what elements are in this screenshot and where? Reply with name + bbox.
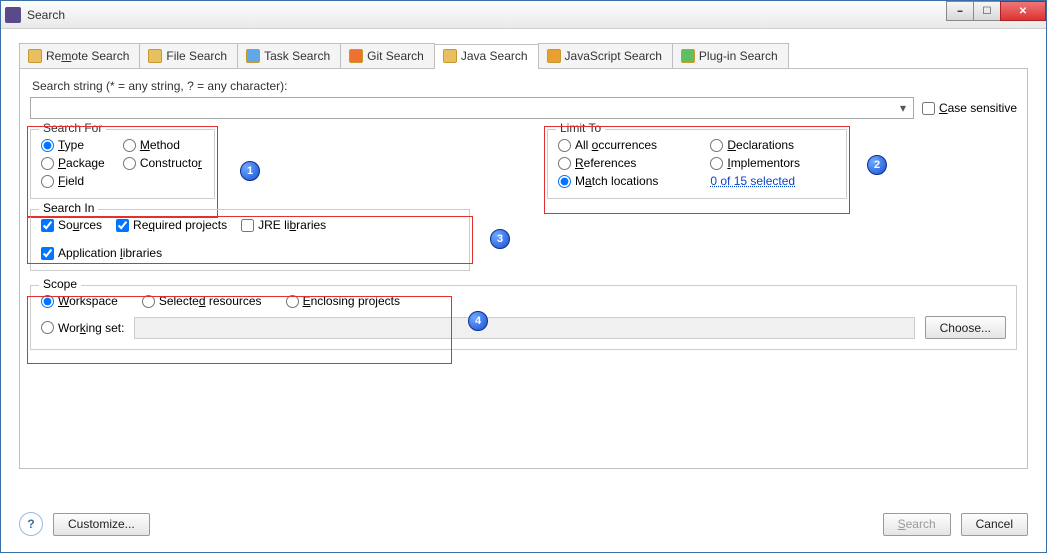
javascript-icon — [547, 49, 561, 63]
search-string-input[interactable]: ▾ — [30, 97, 914, 119]
search-tabs: Remote Search File Search Task Search Gi… — [19, 43, 1028, 69]
radio-selected-resources[interactable]: Selected resources — [142, 294, 262, 308]
scope-group: Scope Workspace Selected resources Enclo… — [30, 285, 1017, 350]
task-icon — [246, 49, 260, 63]
radio-method[interactable]: Method — [123, 138, 204, 152]
customize-button[interactable]: Customize... — [53, 513, 150, 536]
tab-javascript-search[interactable]: JavaScript Search — [538, 43, 673, 68]
radio-declarations[interactable]: Declarations — [710, 138, 836, 152]
check-jre-libraries[interactable]: JRE libraries — [241, 218, 326, 232]
working-set-input[interactable] — [134, 317, 914, 339]
window-title: Search — [27, 8, 65, 22]
maximize-button[interactable] — [973, 1, 1001, 21]
limit-to-group: Limit To All occurrences Declarations Re… — [547, 129, 847, 199]
radio-workspace[interactable]: Workspace — [41, 294, 118, 308]
check-application-libraries[interactable]: Application libraries — [41, 246, 162, 260]
search-for-legend: Search For — [39, 121, 106, 135]
search-in-legend: Search In — [39, 201, 98, 215]
search-dialog: Search Remote Search File Search Task Se… — [0, 0, 1047, 553]
radio-package[interactable]: Package — [41, 156, 107, 170]
radio-all-occurrences[interactable]: All occurrences — [558, 138, 694, 152]
titlebar: Search — [1, 1, 1046, 29]
check-required-projects[interactable]: Required projects — [116, 218, 227, 232]
radio-type[interactable]: Type — [41, 138, 107, 152]
plugin-icon — [681, 49, 695, 63]
minimize-button[interactable] — [946, 1, 974, 21]
file-icon — [148, 49, 162, 63]
search-in-group: Search In Sources Required projects JRE … — [30, 209, 470, 271]
java-search-panel: Search string (* = any string, ? = any c… — [19, 69, 1028, 469]
tab-java-search[interactable]: Java Search — [434, 44, 539, 69]
scope-legend: Scope — [39, 277, 81, 291]
radio-field[interactable]: Field — [41, 174, 107, 188]
radio-references[interactable]: References — [558, 156, 694, 170]
radio-match-locations[interactable]: Match locations — [558, 174, 694, 188]
eclipse-icon — [5, 7, 21, 23]
java-icon — [443, 49, 457, 63]
dropdown-arrow-icon[interactable]: ▾ — [895, 100, 911, 116]
case-sensitive-checkbox[interactable]: Case sensitive — [922, 101, 1017, 115]
check-sources[interactable]: Sources — [41, 218, 102, 232]
git-icon — [349, 49, 363, 63]
help-icon[interactable]: ? — [19, 512, 43, 536]
window-buttons — [947, 1, 1046, 21]
cancel-button[interactable]: Cancel — [961, 513, 1028, 536]
search-for-group: Search For Type Method Package Construct… — [30, 129, 215, 199]
tab-task-search[interactable]: Task Search — [237, 43, 341, 68]
tab-remote-search[interactable]: Remote Search — [19, 43, 140, 68]
match-locations-link[interactable]: 0 of 15 selected — [710, 174, 836, 188]
radio-enclosing-projects[interactable]: Enclosing projects — [286, 294, 400, 308]
search-hint: Search string (* = any string, ? = any c… — [32, 79, 1017, 93]
remote-icon — [28, 49, 42, 63]
tab-file-search[interactable]: File Search — [139, 43, 238, 68]
close-button[interactable] — [1000, 1, 1046, 21]
choose-button[interactable]: Choose... — [925, 316, 1006, 339]
dialog-body: Remote Search File Search Task Search Gi… — [1, 29, 1046, 552]
annotation-badge-2: 2 — [867, 155, 887, 175]
radio-constructor[interactable]: Constructor — [123, 156, 204, 170]
search-button[interactable]: Search — [883, 513, 951, 536]
limit-to-legend: Limit To — [556, 121, 605, 135]
dialog-footer: ? Customize... Search Cancel — [19, 512, 1028, 536]
tab-plugin-search[interactable]: Plug-in Search — [672, 43, 789, 68]
radio-working-set[interactable]: Working set: — [41, 321, 124, 335]
annotation-badge-3: 3 — [490, 229, 510, 249]
tab-git-search[interactable]: Git Search — [340, 43, 435, 68]
radio-implementors[interactable]: Implementors — [710, 156, 836, 170]
